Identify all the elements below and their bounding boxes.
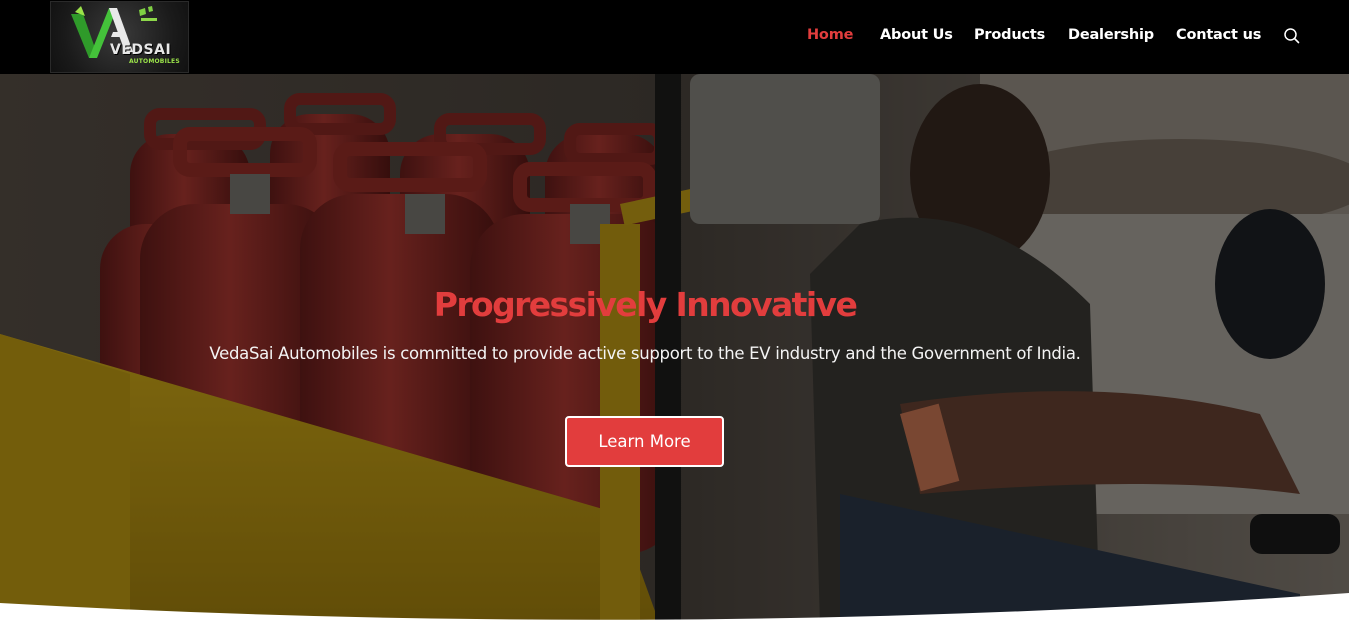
hero-bottom-curve bbox=[0, 593, 1349, 625]
nav-home[interactable]: Home bbox=[807, 27, 853, 43]
hero-title: Progressively Innovative bbox=[433, 285, 858, 324]
main-nav: Home About Us Products Dealership Contac… bbox=[0, 27, 1349, 47]
hero-section: Progressively Innovative VedaSai Automob… bbox=[0, 74, 1349, 625]
site-header: VEDSAI AUTOMOBILES Home About Us Product… bbox=[0, 0, 1349, 74]
learn-more-button[interactable]: Learn More bbox=[565, 416, 724, 467]
nav-products[interactable]: Products bbox=[974, 27, 1045, 43]
search-icon[interactable] bbox=[1283, 27, 1301, 45]
nav-dealership[interactable]: Dealership bbox=[1068, 27, 1154, 43]
logo-subtext: AUTOMOBILES bbox=[129, 58, 180, 65]
nav-about-us[interactable]: About Us bbox=[880, 27, 953, 43]
hero-subtitle: VedaSai Automobiles is committed to prov… bbox=[209, 344, 1081, 363]
nav-contact-us[interactable]: Contact us bbox=[1176, 27, 1261, 43]
